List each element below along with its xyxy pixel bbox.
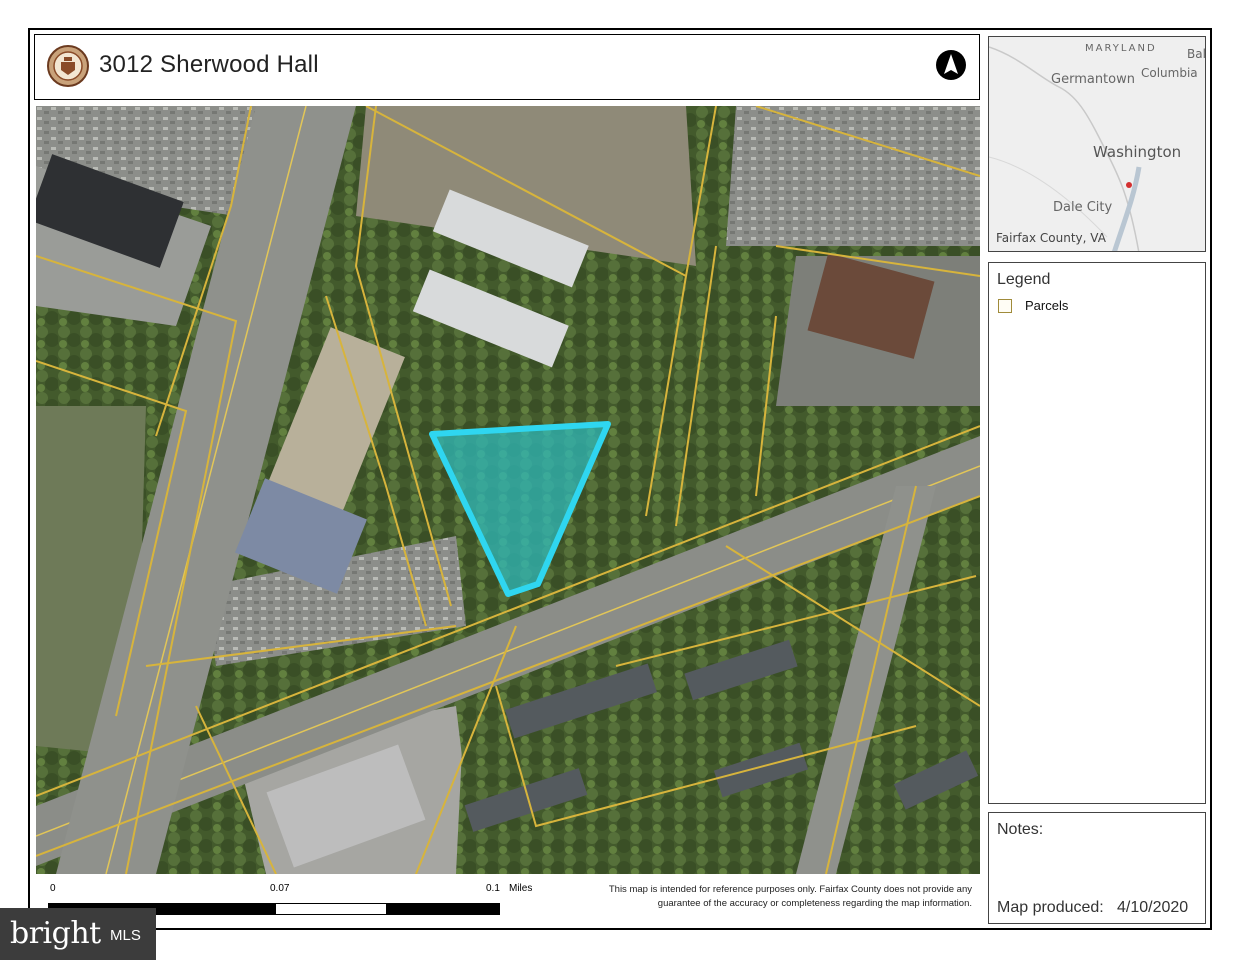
- scale-label-0: 0: [50, 883, 56, 894]
- locator-inset-map[interactable]: MARYLAND Bal Germantown Columbia Washing…: [988, 36, 1206, 252]
- disclaimer-text: This map is intended for reference purpo…: [608, 884, 972, 909]
- scale-segment-3: [387, 903, 500, 915]
- inset-label-county: Fairfax County, VA: [996, 231, 1106, 245]
- map-produced-label: Map produced:: [997, 899, 1104, 916]
- inset-label-germantown: Germantown: [1051, 72, 1135, 87]
- scale-label-01: 0.1: [486, 883, 500, 894]
- bright-mls-watermark: bright MLS: [0, 908, 156, 960]
- inset-label-washington: Washington: [1093, 143, 1182, 161]
- scale-unit: Miles: [509, 883, 533, 894]
- brand-name: bright: [10, 916, 101, 951]
- inset-label-maryland: MARYLAND: [1085, 43, 1157, 54]
- notes-panel: Notes: Map produced: 4/10/2020: [988, 812, 1206, 924]
- inset-label-columbia: Columbia: [1141, 66, 1198, 80]
- notes-header: Notes:: [997, 821, 1044, 838]
- inset-label-dale-city: Dale City: [1053, 200, 1113, 215]
- location-marker: [1126, 182, 1132, 188]
- legend-panel: Legend Parcels: [988, 262, 1206, 804]
- legend-item-parcels: Parcels: [1025, 298, 1069, 313]
- map-produced-date: 4/10/2020: [1117, 899, 1189, 916]
- legend-header: Legend: [997, 271, 1051, 288]
- north-arrow-icon: [936, 50, 966, 80]
- brand-suffix: MLS: [110, 927, 141, 944]
- scale-segment-2: [275, 903, 387, 915]
- aerial-imagery: [36, 106, 980, 874]
- aerial-map[interactable]: [36, 106, 980, 874]
- map-title: 3012 Sherwood Hall: [99, 51, 319, 78]
- county-seal-icon: [47, 45, 89, 87]
- scale-bar-panel: 0 0.07 0.1 Miles This map is intended fo…: [36, 876, 980, 926]
- parcels-swatch: [998, 299, 1012, 313]
- title-bar: 3012 Sherwood Hall: [34, 34, 980, 100]
- scale-label-007: 0.07: [270, 883, 290, 894]
- inset-label-bal: Bal: [1187, 47, 1206, 61]
